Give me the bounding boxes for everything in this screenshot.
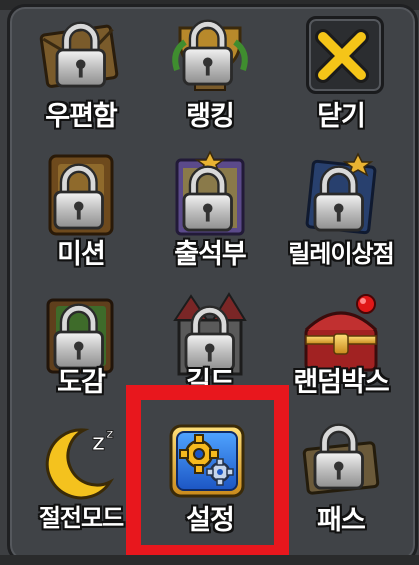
menu-item-label: 우편함 — [45, 101, 118, 132]
highlight-box — [126, 385, 289, 560]
pass-ticket-lock-icon — [296, 420, 386, 510]
menu-item-collection[interactable]: 도감 — [20, 290, 142, 420]
menu-item-mailbox[interactable]: 우편함 — [20, 10, 142, 140]
relay-shop-lock-icon — [296, 150, 386, 240]
close-x-icon — [296, 10, 386, 100]
mail-lock-icon — [36, 10, 126, 100]
menu-item-attendance[interactable]: 출석부 — [149, 150, 271, 280]
svg-text:z: z — [106, 427, 114, 442]
menu-item-label: 랭킹 — [186, 101, 235, 132]
background-strip-bottom — [0, 555, 419, 565]
menu-item-label: 릴레이상점 — [288, 240, 394, 268]
menu-item-label: 랜덤박스 — [293, 367, 389, 398]
menu-item-ranking[interactable]: 랭킹 — [149, 10, 271, 140]
menu-item-power-save[interactable]: Z z 절전모드 — [20, 420, 142, 550]
menu-item-label: 닫기 — [317, 101, 366, 132]
close-button[interactable]: 닫기 — [280, 10, 402, 140]
menu-item-pass[interactable]: 패스 — [280, 420, 402, 550]
menu-item-mission[interactable]: 미션 — [20, 150, 142, 280]
svg-text:Z: Z — [92, 434, 105, 455]
menu-item-label: 패스 — [317, 505, 366, 536]
mission-lock-icon — [36, 150, 126, 240]
menu-item-random-box[interactable]: 랜덤박스 — [280, 290, 402, 420]
menu-item-label: 미션 — [57, 239, 106, 270]
power-save-moon-icon: Z z — [36, 420, 126, 510]
attendance-lock-icon — [165, 150, 255, 240]
menu-item-label: 출석부 — [174, 239, 247, 270]
ranking-trophy-lock-icon — [165, 10, 255, 100]
menu-item-relay-shop[interactable]: 릴레이상점 — [280, 150, 402, 280]
